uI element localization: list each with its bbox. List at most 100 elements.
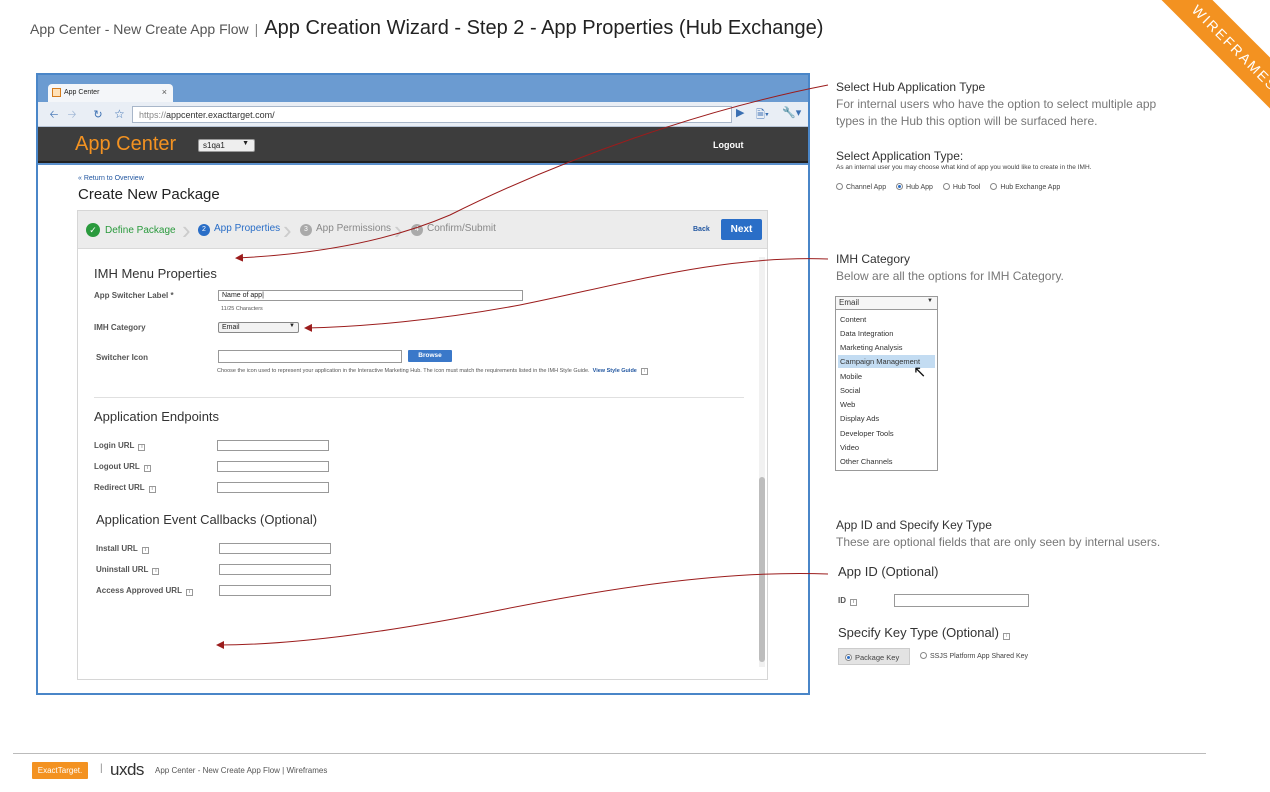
imh-category-dropdown[interactable]: Email ▼ Content Data Integration Marketi… xyxy=(835,296,938,471)
scrollbar-thumb[interactable] xyxy=(759,477,765,662)
imh-menu-section-title: IMH Menu Properties xyxy=(94,266,217,281)
tab-title: App Center xyxy=(64,89,100,96)
header-subtitle: App Center - New Create App Flow xyxy=(30,21,249,37)
footer-separator: | xyxy=(100,763,103,774)
browser-toolbar: 🡠 🡢 ↻ ☆ https://appcenter.exacttarget.co… xyxy=(38,102,808,127)
radio-hub-tool[interactable]: Hub Tool xyxy=(942,183,981,191)
info-icon[interactable]: i xyxy=(152,568,160,575)
dropdown-option[interactable]: Web xyxy=(838,398,935,411)
bookmark-star-icon[interactable]: ☆ xyxy=(114,107,125,121)
wizard-step-bar: ✓ Define Package › 2 App Properties › 3 App… xyxy=(78,211,767,249)
radio-label: Channel App xyxy=(846,184,887,191)
access-approved-url-input[interactable] xyxy=(219,585,331,596)
browser-tab[interactable]: App Center × xyxy=(48,84,173,102)
icon-help-copy: Choose the icon used to represent your a… xyxy=(217,368,590,374)
note-app-type-desc: As an internal user you may choose what … xyxy=(836,164,1092,171)
footer-divider xyxy=(13,753,1206,754)
logout-url-text: Logout URL xyxy=(94,462,140,471)
radio-icon xyxy=(942,183,950,190)
dropdown-selected[interactable]: Email ▼ xyxy=(836,297,937,310)
back-arrow-icon[interactable]: 🡠 xyxy=(46,107,62,123)
switcher-icon-input[interactable] xyxy=(218,350,402,363)
address-bar[interactable]: https://appcenter.exacttarget.com/ xyxy=(132,106,732,123)
reload-icon[interactable]: ↻ xyxy=(90,107,106,123)
scrollbar[interactable] xyxy=(759,257,765,667)
info-icon[interactable]: i xyxy=(143,465,151,472)
note-app-type-title: Select Application Type: xyxy=(836,149,964,163)
wrench-icon[interactable]: 🔧▾ xyxy=(782,106,801,119)
step-divider-chevron: › xyxy=(394,215,403,245)
play-icon[interactable]: ▶ xyxy=(736,106,744,119)
radio-selected-icon xyxy=(845,654,852,661)
radio-icon xyxy=(990,183,998,190)
view-style-guide-link[interactable]: View Style Guide xyxy=(593,368,637,374)
info-icon[interactable]: i xyxy=(850,599,857,606)
uninstall-url-input[interactable] xyxy=(219,564,331,575)
account-select[interactable]: s1qa1 ▼ xyxy=(198,139,255,152)
uninstall-url-text: Uninstall URL xyxy=(96,565,149,574)
next-button[interactable]: Next xyxy=(721,219,762,240)
radio-channel-app[interactable]: Channel App xyxy=(836,183,887,191)
dropdown-option[interactable]: Content xyxy=(838,313,935,326)
uninstall-url-label: Uninstall URL i xyxy=(96,565,160,575)
dropdown-option[interactable]: Marketing Analysis xyxy=(838,341,935,354)
radio-hub-app[interactable]: Hub App xyxy=(896,183,933,191)
step-define-package[interactable]: ✓ Define Package xyxy=(86,223,176,237)
install-url-input[interactable] xyxy=(219,543,331,554)
ssjs-key-option[interactable]: SSJS Platform App Shared Key xyxy=(920,652,1028,660)
app-type-radio-group: Channel App Hub App Hub Tool Hub Exchang… xyxy=(836,183,1068,191)
redirect-url-label: Redirect URL i xyxy=(94,483,156,493)
imh-category-label: IMH Category xyxy=(94,323,146,332)
app-switcher-input[interactable]: Name of app| xyxy=(218,290,523,301)
app-id-input[interactable] xyxy=(894,594,1029,607)
dropdown-option[interactable]: Other Channels xyxy=(838,455,935,468)
login-url-text: Login URL xyxy=(94,441,135,450)
info-icon[interactable]: i xyxy=(141,547,149,554)
imh-category-select[interactable]: Email ▼ xyxy=(218,322,299,333)
radio-label: Hub Tool xyxy=(952,184,981,191)
login-url-input[interactable] xyxy=(217,440,329,451)
logout-url-input[interactable] xyxy=(217,461,329,472)
redirect-url-input[interactable] xyxy=(217,482,329,493)
wizard-panel: ✓ Define Package › 2 App Properties › 3 App… xyxy=(77,210,768,680)
logout-link[interactable]: Logout xyxy=(713,140,744,150)
back-link[interactable]: Back xyxy=(693,226,710,233)
info-icon[interactable]: i xyxy=(1002,633,1010,640)
dropdown-option[interactable]: Video xyxy=(838,441,935,454)
step-confirm-submit[interactable]: 4 Confirm/Submit xyxy=(411,223,496,236)
page-menu-icon[interactable]: 🗎▾ xyxy=(756,106,769,125)
step-number: 4 xyxy=(411,224,423,236)
section-divider xyxy=(94,397,744,398)
header: App Center - New Create App Flow | App Cre… xyxy=(30,17,823,40)
dropdown-option[interactable]: Display Ads xyxy=(838,412,935,425)
access-approved-url-label: Access Approved URL i xyxy=(96,586,193,596)
info-icon[interactable]: i xyxy=(185,589,193,596)
page-content: « Return to Overview Create New Package … xyxy=(38,165,808,693)
info-icon[interactable]: i xyxy=(640,368,648,375)
dropdown-selected-value: Email xyxy=(839,298,860,307)
icon-help-text: Choose the icon used to represent your a… xyxy=(217,368,648,375)
forward-arrow-icon[interactable]: 🡢 xyxy=(64,107,80,123)
dropdown-option[interactable]: Social xyxy=(838,384,935,397)
radio-label: SSJS Platform App Shared Key xyxy=(930,653,1029,660)
chevron-down-icon: ▼ xyxy=(242,140,249,147)
step-app-properties[interactable]: 2 App Properties xyxy=(198,223,280,236)
note-hub-type-desc: For internal users who have the option t… xyxy=(836,97,1157,128)
id-label: ID i xyxy=(838,596,857,606)
tab-close-icon[interactable]: × xyxy=(162,87,167,97)
note-hub-type-title: Select Hub Application Type xyxy=(836,80,986,94)
info-icon[interactable]: i xyxy=(138,444,146,451)
exacttarget-logo: ExactTarget. xyxy=(32,762,88,779)
step-app-permissions[interactable]: 3 App Permissions xyxy=(300,223,391,236)
dropdown-option[interactable]: Data Integration xyxy=(838,327,935,340)
browser-window: App Center × 🡠 🡢 ↻ ☆ https://appcenter.e… xyxy=(36,73,810,695)
return-to-overview-link[interactable]: « Return to Overview xyxy=(78,175,144,182)
dropdown-option[interactable]: Developer Tools xyxy=(838,427,935,440)
login-url-label: Login URL i xyxy=(94,441,146,451)
package-key-option[interactable]: Package Key xyxy=(838,648,910,665)
radio-hub-exchange-app[interactable]: Hub Exchange App xyxy=(990,183,1060,191)
info-icon[interactable]: i xyxy=(148,486,156,493)
browse-button[interactable]: Browse xyxy=(408,350,452,362)
note-appid-desc: These are optional fields that are only … xyxy=(836,535,1161,549)
radio-icon xyxy=(920,652,927,659)
